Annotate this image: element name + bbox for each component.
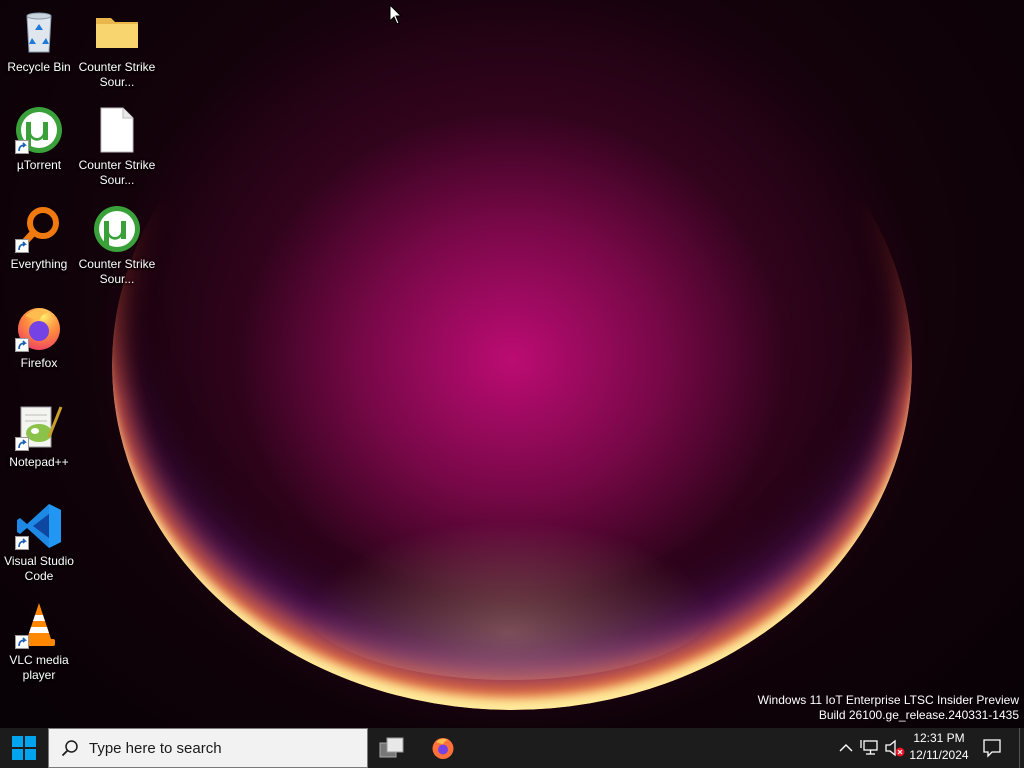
vlc-icon <box>15 601 63 649</box>
shortcut-arrow-icon <box>15 338 29 352</box>
desktop[interactable]: Recycle Bin µTorrent Everything Firefox … <box>0 0 1024 728</box>
firefox-icon <box>15 304 63 352</box>
blank-file-icon <box>93 106 141 154</box>
shortcut-arrow-icon <box>15 239 29 253</box>
watermark-edition: Windows 11 IoT Enterprise LTSC Insider P… <box>757 693 1019 707</box>
chevron-up-icon <box>839 744 853 752</box>
clock-time: 12:31 PM <box>913 731 965 745</box>
icon-label: Counter Strike Sour... <box>78 257 156 286</box>
clock-date: 12/11/2024 <box>909 748 969 762</box>
desktop-icon-counter-strike-folder[interactable]: Counter Strike Sour... <box>78 8 156 90</box>
task-view-icon <box>379 737 404 758</box>
search-icon <box>61 739 79 757</box>
folder-icon <box>93 8 141 56</box>
taskbar-firefox-button[interactable] <box>419 728 467 768</box>
start-button[interactable] <box>0 728 48 768</box>
windows-watermark: Windows 11 IoT Enterprise LTSC Insider P… <box>758 693 1019 723</box>
tray-volume-button[interactable] <box>884 738 906 758</box>
desktop-icon-recycle-bin[interactable]: Recycle Bin <box>0 8 78 75</box>
action-center-button[interactable] <box>978 734 1006 762</box>
wallpaper-glow <box>300 520 720 680</box>
notepadpp-icon <box>15 403 63 451</box>
icon-label: Everything <box>10 257 68 271</box>
utorrent-icon <box>15 106 63 154</box>
vscode-icon <box>15 502 63 550</box>
network-icon <box>860 740 878 755</box>
tray-overflow-button[interactable] <box>836 738 856 758</box>
windows-logo-icon <box>12 736 36 760</box>
tray-network-button[interactable] <box>860 738 882 758</box>
shortcut-arrow-icon <box>15 635 29 649</box>
taskbar-clock[interactable]: 12:31 PM 12/11/2024 <box>905 730 973 766</box>
icon-label: Notepad++ <box>9 455 69 469</box>
icon-label: Visual Studio Code <box>4 554 74 583</box>
icon-label: Recycle Bin <box>7 60 71 74</box>
notification-icon <box>983 739 1001 758</box>
taskbar: Type here to search 12:31 PM 12/11/2024 <box>0 728 1024 768</box>
desktop-icon-utorrent[interactable]: µTorrent <box>0 106 78 173</box>
desktop-icon-counter-strike-file[interactable]: Counter Strike Sour... <box>78 106 156 188</box>
shortcut-arrow-icon <box>15 140 29 154</box>
desktop-icon-vscode[interactable]: Visual Studio Code <box>0 502 78 584</box>
shortcut-arrow-icon <box>15 536 29 550</box>
icon-label: Counter Strike Sour... <box>78 158 156 187</box>
desktop-icon-counter-strike-torrent[interactable]: Counter Strike Sour... <box>78 205 156 287</box>
watermark-build: Build 26100.ge_release.240331-1435 <box>818 708 1019 722</box>
icon-label: Counter Strike Sour... <box>78 60 156 89</box>
icon-label: VLC media player <box>9 653 69 682</box>
icon-label: Firefox <box>20 356 58 370</box>
recycle-bin-icon <box>15 8 63 56</box>
show-desktop-button[interactable] <box>1019 728 1024 768</box>
search-placeholder: Type here to search <box>89 739 222 757</box>
icon-label: µTorrent <box>16 158 62 172</box>
firefox-icon <box>432 738 454 759</box>
volume-muted-icon <box>885 739 905 757</box>
desktop-icon-notepadpp[interactable]: Notepad++ <box>0 403 78 470</box>
desktop-icon-firefox[interactable]: Firefox <box>0 304 78 371</box>
everything-search-icon <box>15 205 63 253</box>
utorrent-icon <box>93 205 141 253</box>
taskbar-search-box[interactable]: Type here to search <box>48 728 368 768</box>
mouse-cursor-icon <box>389 3 403 31</box>
desktop-icon-everything[interactable]: Everything <box>0 205 78 272</box>
task-view-button[interactable] <box>368 728 416 768</box>
desktop-icon-vlc[interactable]: VLC media player <box>0 601 78 683</box>
shortcut-arrow-icon <box>15 437 29 451</box>
